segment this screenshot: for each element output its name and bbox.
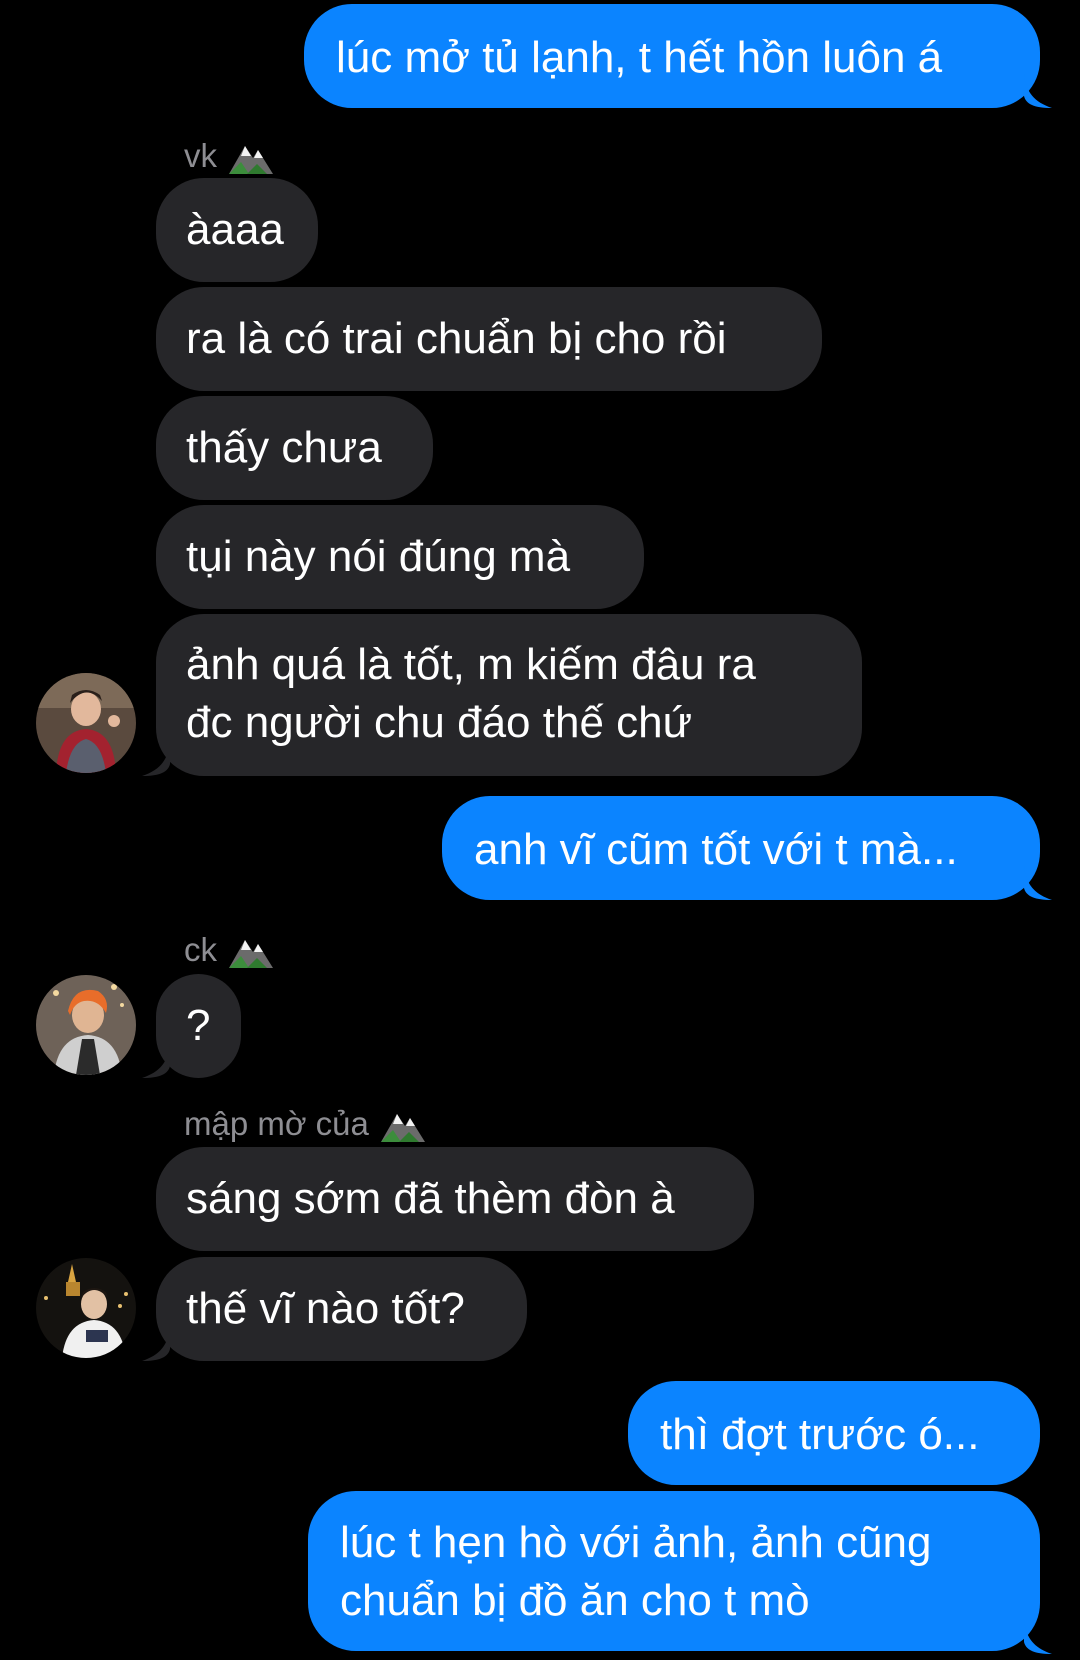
message-bubble-incoming[interactable]: ra là có trai chuẩn bị cho rồi: [156, 287, 822, 391]
bubble-tail: [142, 1044, 170, 1078]
message-bubble-incoming[interactable]: sáng sớm đã thèm đòn à: [156, 1147, 754, 1251]
message-text: àaaa: [186, 205, 284, 254]
sender-name: mập mờ của: [184, 1104, 427, 1144]
message-text: chuẩn bị đồ ăn cho t mò: [340, 1576, 810, 1625]
message-text: thấy chưa: [186, 423, 382, 472]
sender-name: vk: [184, 136, 275, 176]
message-text: anh vĩ cũm tốt với t mà...: [474, 825, 958, 874]
message-bubble-outgoing[interactable]: thì đợt trước ó...: [628, 1381, 1040, 1485]
bubble-tail: [1024, 1620, 1052, 1654]
message-text: ra là có trai chuẩn bị cho rồi: [186, 314, 727, 363]
message-text: ảnh quá là tốt, m kiếm đâu ra: [186, 640, 756, 689]
avatar[interactable]: [36, 975, 136, 1075]
mountain-icon: [227, 136, 275, 176]
message-text: thế vĩ nào tốt?: [186, 1284, 465, 1333]
message-text: sáng sớm đã thèm đòn à: [186, 1174, 675, 1223]
message-bubble-incoming[interactable]: thấy chưa: [156, 396, 433, 500]
message-bubble-incoming[interactable]: thế vĩ nào tốt?: [156, 1257, 527, 1361]
message-bubble-outgoing[interactable]: lúc t hẹn hò với ảnh, ảnh cũng chuẩn bị …: [308, 1491, 1040, 1651]
avatar[interactable]: [36, 1258, 136, 1358]
bubble-tail: [142, 1327, 170, 1361]
message-text: thì đợt trước ó...: [660, 1410, 980, 1459]
bubble-tail: [1024, 866, 1052, 900]
avatar[interactable]: [36, 673, 136, 773]
message-bubble-incoming[interactable]: ảnh quá là tốt, m kiếm đâu ra đc người c…: [156, 614, 862, 776]
mountain-icon: [227, 930, 275, 970]
message-bubble-incoming[interactable]: àaaa: [156, 178, 318, 282]
message-bubble-outgoing[interactable]: lúc mở tủ lạnh, t hết hồn luôn á: [304, 4, 1040, 108]
message-text: đc người chu đáo thế chứ: [186, 698, 693, 747]
message-bubble-incoming[interactable]: tụi này nói đúng mà: [156, 505, 644, 609]
message-text: tụi này nói đúng mà: [186, 532, 571, 581]
message-bubble-outgoing[interactable]: anh vĩ cũm tốt với t mà...: [442, 796, 1040, 900]
sender-name: ck: [184, 930, 275, 970]
bubble-tail: [1024, 74, 1052, 108]
bubble-tail: [142, 742, 170, 776]
message-text: lúc t hẹn hò với ảnh, ảnh cũng: [340, 1518, 932, 1567]
message-text: ?: [186, 1001, 211, 1050]
mountain-icon: [379, 1104, 427, 1144]
message-text: lúc mở tủ lạnh, t hết hồn luôn á: [336, 33, 943, 82]
